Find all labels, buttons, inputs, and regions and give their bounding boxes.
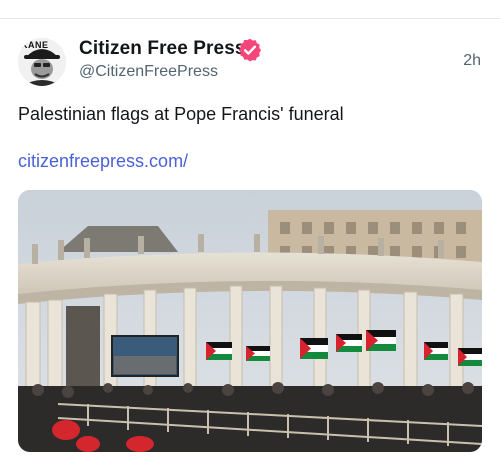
avatar[interactable]: KANE <box>18 38 66 86</box>
post-text: Palestinian flags at Pope Francis' funer… <box>18 104 344 124</box>
author-name[interactable]: Citizen Free Press <box>79 38 246 60</box>
verified-badge-icon <box>237 37 263 63</box>
post-link[interactable]: citizenfreepress.com/ <box>18 151 188 172</box>
top-divider <box>0 18 500 19</box>
author-handle[interactable]: @CitizenFreePress <box>79 63 218 81</box>
post-media-image[interactable] <box>18 190 482 452</box>
avatar-logo-text: KANE <box>21 40 49 50</box>
post-timestamp[interactable]: 2h <box>463 52 481 70</box>
